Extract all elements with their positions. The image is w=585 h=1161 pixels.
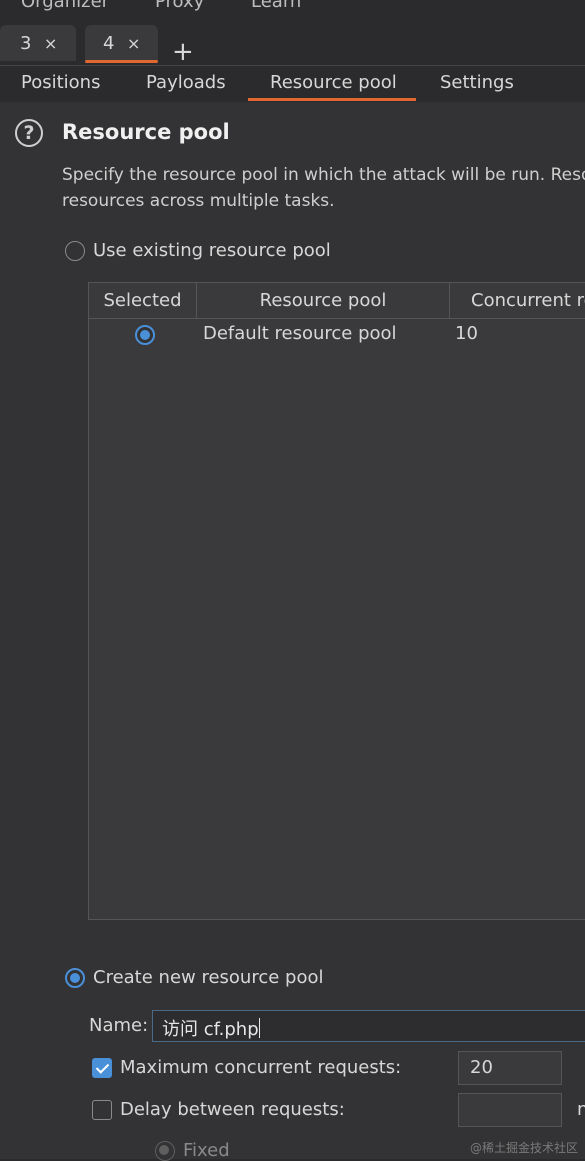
delay-input[interactable] (458, 1093, 562, 1127)
close-icon[interactable]: × (127, 34, 140, 53)
nav-organizer[interactable]: Organizer (21, 0, 109, 12)
table-row[interactable]: Default resource pool 10 (89, 319, 585, 351)
resource-pool-table: Selected Resource pool Concurrent re Def… (88, 282, 585, 920)
fixed-radio[interactable] (155, 1141, 175, 1161)
description-line: resources across multiple tasks. (62, 191, 335, 211)
delay-checkbox[interactable] (92, 1100, 112, 1120)
tab-positions[interactable]: Positions (21, 72, 100, 93)
column-header-concurrent[interactable]: Concurrent re (450, 283, 585, 319)
max-concurrent-checkbox[interactable] (92, 1058, 112, 1078)
nav-proxy[interactable]: Proxy (155, 0, 204, 12)
active-subtab-indicator (248, 98, 416, 101)
tab-label: 3 (20, 33, 32, 54)
column-header-resource-pool[interactable]: Resource pool (197, 283, 450, 319)
row-pool-name: Default resource pool (203, 323, 397, 344)
request-tab-3[interactable]: 3 × (0, 25, 76, 61)
tab-resource-pool[interactable]: Resource pool (270, 72, 397, 93)
max-concurrent-label[interactable]: Maximum concurrent requests: (120, 1057, 401, 1078)
use-existing-radio[interactable] (65, 241, 85, 261)
top-nav: Organizer Proxy Learn (0, 0, 585, 18)
nav-learn[interactable]: Learn (251, 0, 301, 12)
use-existing-label[interactable]: Use existing resource pool (93, 240, 331, 261)
create-new-label[interactable]: Create new resource pool (93, 967, 323, 988)
delay-unit-label: n (577, 1099, 585, 1120)
delay-label[interactable]: Delay between requests: (120, 1099, 345, 1120)
add-tab-icon[interactable]: + (172, 39, 194, 65)
active-tab-indicator (85, 60, 158, 63)
section-description: Specify the resource pool in which the a… (62, 162, 585, 214)
tab-payloads[interactable]: Payloads (146, 72, 226, 93)
text-caret (258, 1018, 260, 1038)
max-concurrent-input[interactable]: 20 (458, 1051, 562, 1085)
request-tab-strip: 3 × 4 × + (0, 18, 585, 66)
tab-settings[interactable]: Settings (440, 72, 514, 93)
column-header-selected[interactable]: Selected (89, 283, 197, 319)
tab-label: 4 (103, 33, 115, 54)
close-icon[interactable]: × (44, 34, 57, 53)
row-selected-radio[interactable] (135, 325, 155, 345)
request-tab-4[interactable]: 4 × (85, 25, 158, 63)
section-title: Resource pool (62, 120, 230, 144)
row-concurrent-value: 10 (455, 323, 478, 344)
watermark: @稀土掘金技术社区 (470, 1141, 579, 1155)
fixed-label[interactable]: Fixed (183, 1140, 230, 1161)
create-new-radio[interactable] (65, 968, 85, 988)
pool-name-value: 访问 cf.php (162, 1019, 259, 1040)
pool-name-input[interactable]: 访问 cf.php (152, 1010, 585, 1042)
help-icon[interactable]: ? (15, 119, 43, 147)
name-label: Name: (89, 1015, 149, 1036)
description-line: Specify the resource pool in which the a… (62, 165, 585, 185)
